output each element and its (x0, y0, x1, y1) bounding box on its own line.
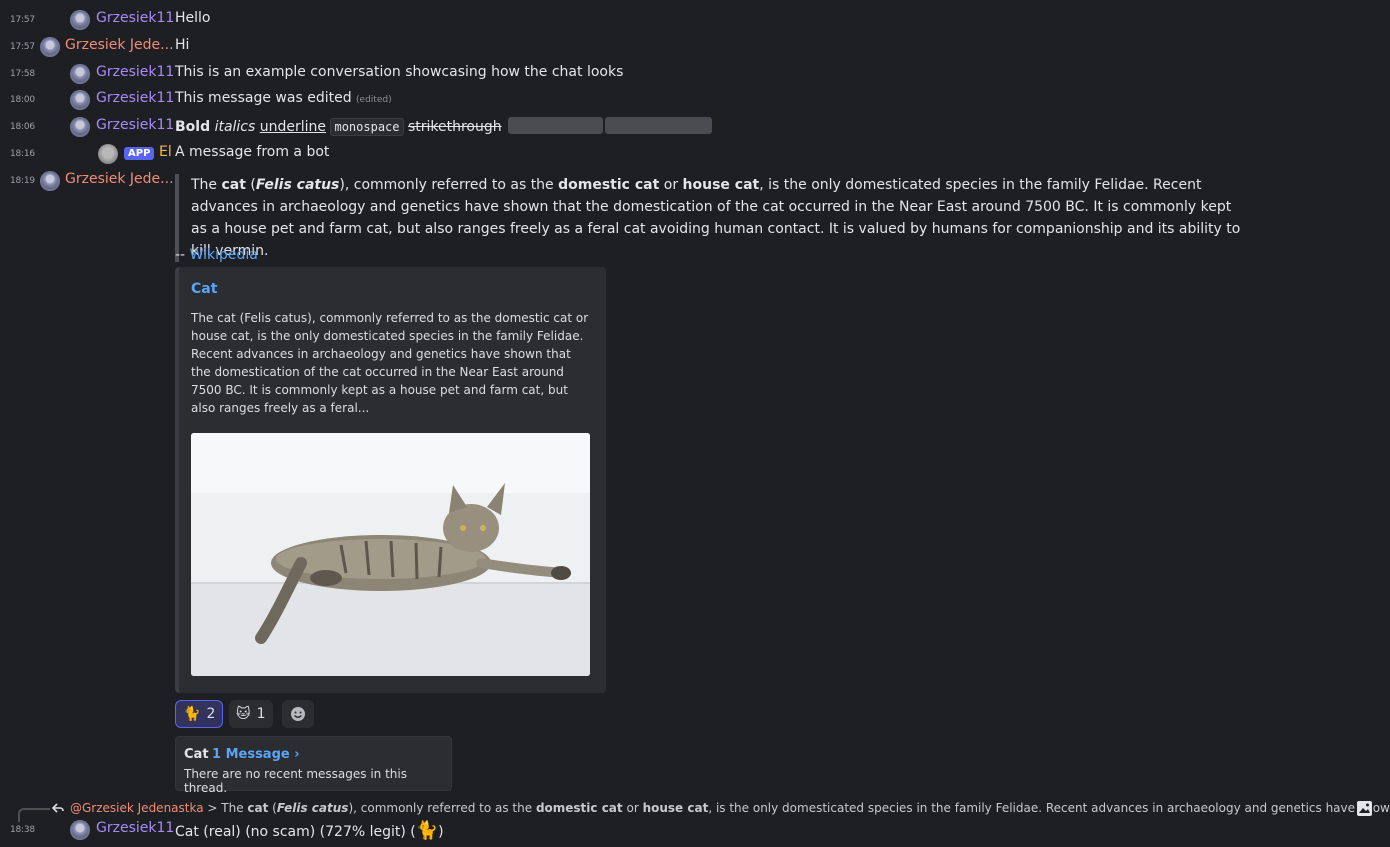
username[interactable]: Grzesiek11 (96, 64, 174, 80)
username[interactable]: Grzesiek11 (96, 10, 174, 26)
reply-text-part: or (622, 801, 643, 815)
username[interactable]: Grzesiek Jede... (65, 37, 174, 53)
message-text: Hello (175, 10, 211, 26)
message-row: 18:16 APP El A message from a bot (0, 141, 1390, 167)
link-embed: Cat The cat (Felis catus), commonly refe… (175, 267, 606, 693)
quote-text: ), commonly referred to as the (339, 177, 559, 193)
username[interactable]: Grzesiek Jede... (65, 171, 174, 187)
spoiler[interactable] (508, 117, 604, 134)
app-badge: APP (124, 147, 155, 160)
embed-title[interactable]: Cat (191, 281, 217, 297)
quote-text: The (191, 177, 222, 193)
bold-text: Bold (175, 119, 211, 135)
reply-bold-italic: Felis catus (276, 801, 349, 815)
embed-description: The cat (Felis catus), commonly referred… (191, 311, 589, 415)
message-text: This message was edited (edited) (175, 90, 392, 106)
reaction-button[interactable]: 🐈 2 (175, 700, 224, 728)
reply-text-part: > The (203, 801, 248, 815)
reaction-count: 2 (206, 706, 216, 722)
username[interactable]: Grzesiek11 (96, 90, 174, 106)
message-row: 17:57 Grzesiek Jede... Hi (0, 34, 1390, 60)
bot-avatar[interactable] (98, 144, 118, 164)
user-avatar[interactable] (70, 64, 90, 84)
reaction-button[interactable]: 🐱 1 (229, 700, 273, 728)
reaction-count: 1 (256, 706, 266, 722)
message-body-end: ) (438, 824, 444, 840)
message-text: This is an example conversation showcasi… (175, 64, 624, 80)
message-body: Cat (real) (no scam) (727% legit) ( (175, 824, 416, 840)
reply-mention[interactable]: @Grzesiek Jedenastka (70, 801, 204, 815)
thread-message-count[interactable]: 1 Message › (212, 747, 300, 762)
thread-name: Cat (184, 747, 209, 762)
italic-text: italics (214, 119, 256, 135)
reply-text-part: , is the only domesticated species in th… (708, 801, 1390, 815)
cat-emoji-icon: 🐈 (415, 820, 439, 841)
message-row: 18:00 Grzesiek11 This message was edited… (0, 87, 1390, 113)
message-text: Cat (real) (no scam) (727% legit) (🐈) (175, 820, 444, 841)
message-timestamp: 18:38 (10, 825, 35, 835)
cat-image (191, 433, 590, 676)
image-icon (1357, 801, 1372, 816)
underline-text: underline (259, 119, 327, 135)
monospace-text: monospace (330, 118, 404, 136)
message-body: This message was edited (175, 90, 352, 106)
reply-text-part: ), commonly referred to as the (348, 801, 536, 815)
message-timestamp: 17:57 (10, 42, 35, 52)
edited-label: (edited) (356, 95, 392, 105)
quote-text: or (659, 177, 683, 193)
message-timestamp: 18:06 (10, 122, 35, 132)
username[interactable]: Grzesiek11 (96, 820, 174, 836)
quote-attribution: -- Wikipedia (175, 247, 258, 263)
user-avatar[interactable] (70, 820, 90, 840)
reply-bold: house cat (642, 801, 709, 815)
cat-face-emoji-icon: 🐱 (236, 706, 251, 722)
smiley-icon (291, 707, 305, 721)
message-timestamp: 18:00 (10, 95, 35, 105)
message-text: Hi (175, 37, 190, 53)
reply-text: @Grzesiek Jedenastka > The cat (Felis ca… (70, 801, 1390, 815)
message-timestamp: 18:16 (10, 149, 35, 159)
message-timestamp: 18:19 (10, 176, 35, 186)
user-avatar[interactable] (70, 117, 90, 137)
message-text: A message from a bot (175, 144, 330, 160)
blockquote: The cat (Felis catus), commonly referred… (175, 174, 1241, 262)
quote-bold: domestic cat (558, 177, 660, 193)
strikethrough-text: strikethrough (407, 119, 502, 135)
username[interactable]: Grzesiek11 (96, 117, 174, 133)
wikipedia-link[interactable]: Wikipedia (190, 247, 258, 263)
thread-preview[interactable]: Cat 1 Message › There are no recent mess… (175, 736, 452, 795)
user-avatar[interactable] (40, 37, 60, 57)
message-timestamp: 17:57 (10, 15, 35, 25)
quote-text: ( (245, 177, 256, 193)
add-reaction-button[interactable] (282, 700, 314, 728)
message-row: 17:57 Grzesiek11 Hello (0, 7, 1390, 33)
message-row: 18:38 Grzesiek11 Cat (real) (no scam) (7… (0, 817, 1390, 843)
thread-empty-text: There are no recent messages in this thr… (184, 767, 407, 795)
message-timestamp: 17:58 (10, 69, 35, 79)
user-avatar[interactable] (70, 10, 90, 30)
embed-image[interactable] (191, 433, 590, 676)
quote-bold: house cat (682, 177, 760, 193)
reply-arrow-icon (52, 803, 64, 813)
message-row: 17:58 Grzesiek11 This is an example conv… (0, 61, 1390, 87)
username[interactable]: El (159, 144, 172, 160)
quote-bold: cat (221, 177, 246, 193)
spoiler[interactable] (605, 117, 713, 134)
message-row: 18:06 Grzesiek11 Bold italics underline … (0, 114, 1390, 140)
attribution-prefix: -- (175, 247, 190, 263)
message-text: Bold italics underline monospace striket… (175, 117, 713, 136)
quote-bold-italic: Felis catus (255, 177, 340, 193)
reply-bold: cat (247, 801, 269, 815)
reply-text-part: ( (268, 801, 277, 815)
reply-bold: domestic cat (535, 801, 623, 815)
user-avatar[interactable] (70, 90, 90, 110)
cat-emoji-icon: 🐈 (183, 706, 201, 722)
user-avatar[interactable] (40, 171, 60, 191)
